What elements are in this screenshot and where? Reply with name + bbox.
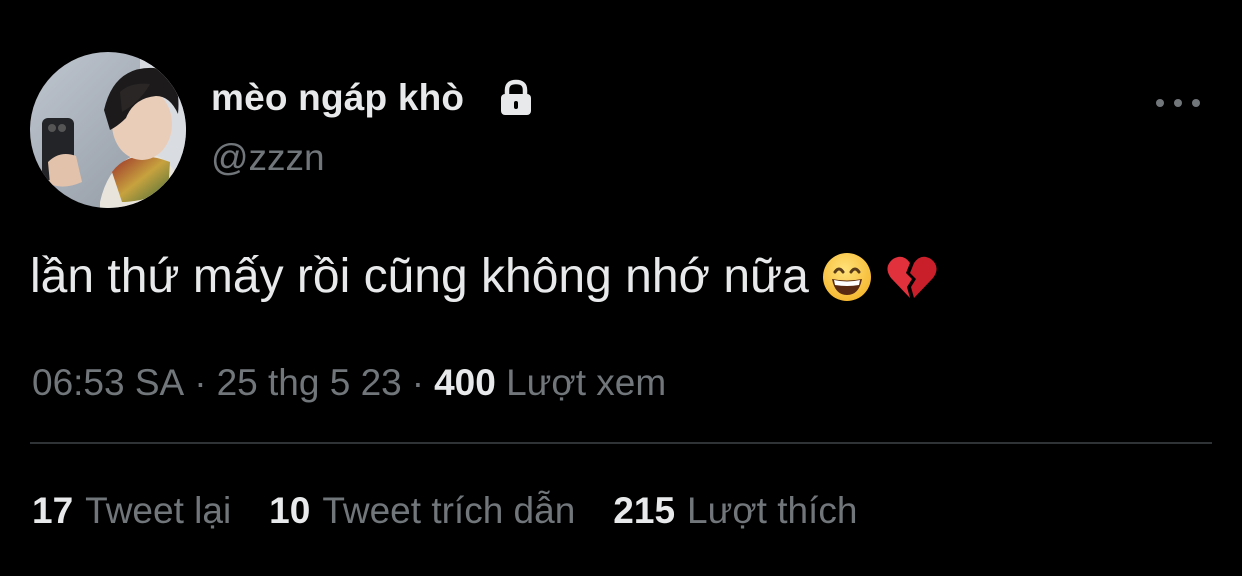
likes-label: Lượt thích	[687, 490, 858, 531]
more-dot-icon	[1156, 99, 1164, 107]
tweet-card: mèo ngáp khò @zzzn lần thứ mấy rồi cũng …	[0, 0, 1242, 576]
avatar[interactable]	[30, 52, 186, 208]
more-dot-icon	[1192, 99, 1200, 107]
tweet-stats: 17 Tweet lại 10 Tweet trích dẫn 215 Lượt th…	[32, 488, 895, 534]
author-name-row: mèo ngáp khò	[211, 74, 536, 122]
quotes-count: 10	[269, 490, 311, 531]
quotes-stat[interactable]: 10 Tweet trích dẫn	[269, 488, 575, 534]
divider	[30, 442, 1212, 444]
more-options-button[interactable]	[1156, 88, 1200, 118]
lock-icon	[496, 78, 536, 118]
tweet-body: lần thứ mấy rồi cũng không nhớ nữa	[30, 250, 809, 303]
quotes-label: Tweet trích dẫn	[322, 490, 576, 531]
meta-separator: ·	[411, 362, 425, 403]
tweet-text: lần thứ mấy rồi cũng không nhớ nữa	[30, 245, 937, 309]
tweet-date[interactable]: 25 thg 5 23	[217, 362, 402, 403]
more-dot-icon	[1174, 99, 1182, 107]
grinning-face-with-smiling-eyes-icon	[821, 251, 873, 303]
retweets-label: Tweet lại	[85, 490, 232, 531]
likes-stat[interactable]: 215 Lượt thích	[613, 488, 857, 534]
views-label: Lượt xem	[506, 362, 667, 403]
broken-heart-icon	[885, 251, 937, 303]
tweet-meta: 06:53 SA · 25 thg 5 23 · 400 Lượt xem	[32, 360, 666, 406]
retweets-count: 17	[32, 490, 74, 531]
author-handle[interactable]: @zzzn	[211, 137, 325, 179]
author-display-name[interactable]: mèo ngáp khò	[211, 77, 464, 119]
tweet-time[interactable]: 06:53 SA	[32, 362, 184, 403]
meta-separator: ·	[194, 362, 207, 403]
retweets-stat[interactable]: 17 Tweet lại	[32, 488, 231, 534]
likes-count: 215	[613, 490, 676, 531]
profile-photo-icon	[30, 52, 186, 208]
views-count: 400	[434, 362, 496, 403]
